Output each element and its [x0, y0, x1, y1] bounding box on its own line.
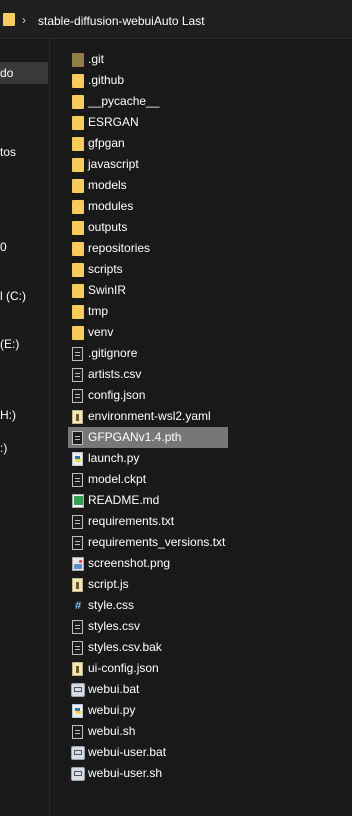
folder-icon	[3, 13, 15, 26]
file-name: webui.bat	[88, 682, 140, 696]
nav-item-6[interactable]: :)	[0, 437, 48, 459]
file-name: requirements_versions.txt	[88, 535, 226, 549]
file-name: ESRGAN	[88, 115, 139, 129]
file-name: README.md	[88, 493, 160, 507]
breadcrumb-current-folder[interactable]: stable-diffusion-webuiAuto Last	[38, 14, 205, 28]
script-file-icon	[72, 578, 83, 592]
file-name: SwinIR	[88, 283, 127, 297]
folder-icon	[72, 221, 84, 235]
file-name: screenshot.png	[88, 556, 171, 570]
file-name: gfpgan	[88, 136, 125, 150]
file-name: webui.py	[88, 703, 136, 717]
folder-icon	[72, 116, 84, 130]
nav-item-label: do	[0, 66, 14, 80]
text-file-icon	[72, 368, 83, 382]
file-name: venv	[88, 325, 114, 339]
address-bar[interactable]: › stable-diffusion-webuiAuto Last	[0, 0, 352, 39]
nav-item-5[interactable]: H:)	[0, 404, 48, 426]
file-name: ui-config.json	[88, 661, 159, 675]
file-name: styles.csv.bak	[88, 640, 162, 654]
css-file-icon: #	[74, 600, 82, 612]
folder-icon	[72, 263, 84, 277]
script-file-icon	[72, 410, 83, 424]
file-name: __pycache__	[88, 94, 160, 108]
nav-item-label: (E:)	[0, 337, 20, 351]
folder-icon	[72, 95, 84, 109]
chevron-right-icon[interactable]: ›	[22, 13, 26, 27]
python-file-icon	[72, 452, 83, 466]
folder-icon	[72, 158, 84, 172]
batch-file-icon	[71, 767, 85, 781]
folder-icon	[72, 326, 84, 340]
nav-item-label: :)	[0, 441, 8, 455]
file-name: GFPGANv1.4.pth	[88, 430, 182, 444]
file-name: launch.py	[88, 451, 140, 465]
text-file-icon	[72, 347, 83, 361]
folder-icon	[72, 179, 84, 193]
text-file-icon	[72, 431, 83, 445]
file-name: javascript	[88, 157, 139, 171]
file-name: requirements.txt	[88, 514, 175, 528]
file-name: model.ckpt	[88, 472, 147, 486]
file-name: tmp	[88, 304, 109, 318]
nav-item-2[interactable]: 0	[0, 236, 48, 258]
nav-item-3[interactable]: l (C:)	[0, 285, 48, 307]
batch-file-icon	[71, 746, 85, 760]
folder-icon	[72, 200, 84, 214]
nav-item-label: H:)	[0, 408, 16, 422]
file-row[interactable]: GFPGANv1.4.pth	[68, 427, 228, 448]
file-name: .github	[88, 73, 125, 87]
file-name: models	[88, 178, 127, 192]
folder-icon	[72, 242, 84, 256]
nav-item-0[interactable]: do	[0, 62, 48, 84]
folder-icon	[72, 284, 84, 298]
nav-item-label: l (C:)	[0, 289, 26, 303]
file-name: modules	[88, 199, 134, 213]
file-name: scripts	[88, 262, 123, 276]
text-file-icon	[72, 620, 83, 634]
text-file-icon	[72, 536, 83, 550]
text-file-icon	[72, 725, 83, 739]
file-name: outputs	[88, 220, 128, 234]
text-file-icon	[72, 473, 83, 487]
nav-item-1[interactable]: tos	[0, 141, 48, 163]
file-name: script.js	[88, 577, 129, 591]
folder-icon	[72, 74, 84, 88]
text-file-icon	[72, 389, 83, 403]
text-file-icon	[72, 641, 83, 655]
nav-item-4[interactable]: (E:)	[0, 333, 48, 355]
markdown-file-icon	[72, 494, 84, 508]
file-name: artists.csv	[88, 367, 142, 381]
folder-icon	[72, 137, 84, 151]
folder-hidden-icon	[72, 53, 84, 67]
script-file-icon	[72, 662, 83, 676]
batch-file-icon	[71, 683, 85, 697]
text-file-icon	[72, 515, 83, 529]
file-name: style.css	[88, 598, 135, 612]
navigation-pane: do tos 0 l (C:) (E:) H:) :)	[0, 39, 50, 816]
nav-item-label: 0	[0, 240, 7, 254]
image-file-icon	[72, 557, 84, 571]
python-file-icon	[72, 704, 83, 718]
file-name: .git	[88, 52, 105, 66]
nav-item-label: tos	[0, 145, 17, 159]
file-name: environment-wsl2.yaml	[88, 409, 211, 423]
file-name: config.json	[88, 388, 146, 402]
file-name: webui-user.sh	[88, 766, 163, 780]
folder-icon	[72, 305, 84, 319]
file-name: webui.sh	[88, 724, 136, 738]
file-name: repositories	[88, 241, 151, 255]
file-name: .gitignore	[88, 346, 138, 360]
file-name: webui-user.bat	[88, 745, 167, 759]
file-name: styles.csv	[88, 619, 141, 633]
